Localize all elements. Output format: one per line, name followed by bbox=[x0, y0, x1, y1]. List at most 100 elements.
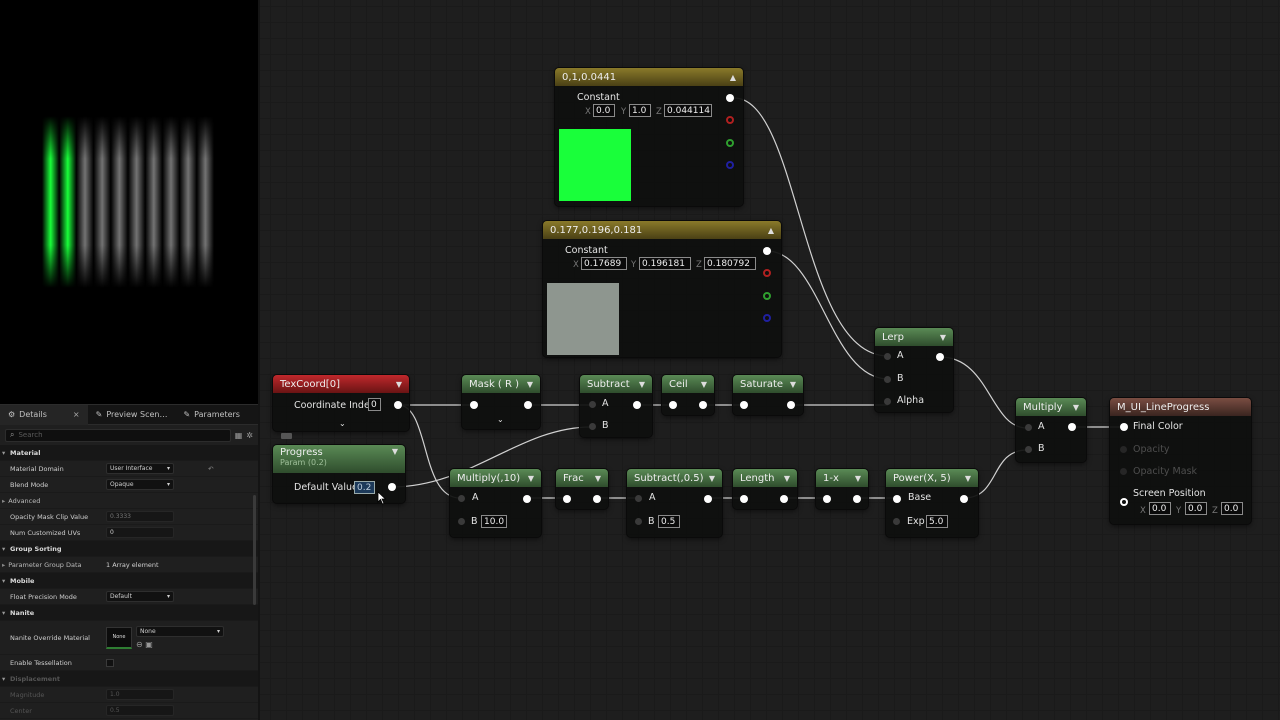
close-icon[interactable]: × bbox=[73, 410, 80, 419]
output-pin[interactable] bbox=[726, 94, 734, 102]
opacity-clip-field[interactable]: 0.3333 bbox=[106, 511, 174, 522]
chevron-down-icon[interactable]: ▼ bbox=[790, 380, 796, 389]
constant-y-field[interactable]: 1.0 bbox=[629, 104, 651, 117]
nanite-asset-dropdown[interactable]: None ▾ bbox=[136, 626, 224, 637]
multiply-node[interactable]: Multiply ▼ A B bbox=[1016, 398, 1086, 462]
category-nanite[interactable]: Nanite bbox=[0, 605, 258, 621]
input-pin[interactable] bbox=[823, 495, 831, 503]
chevron-down-icon[interactable]: ▼ bbox=[639, 380, 645, 389]
output-pin-r[interactable] bbox=[763, 269, 771, 277]
input-pin-a[interactable] bbox=[635, 495, 642, 502]
settings-icon[interactable]: ✲ bbox=[246, 431, 253, 440]
input-pin[interactable] bbox=[740, 495, 748, 503]
screen-pos-z-field[interactable]: 0.0 bbox=[1221, 502, 1243, 515]
tessellation-checkbox[interactable] bbox=[106, 658, 114, 667]
output-pin[interactable] bbox=[523, 495, 531, 503]
output-pin[interactable] bbox=[787, 401, 795, 409]
chevron-down-icon[interactable]: ▼ bbox=[1073, 403, 1079, 412]
mask-node[interactable]: Mask ( R ) ▼ ⌄ bbox=[462, 375, 540, 429]
browse-arrow-icon[interactable]: ⊖ bbox=[136, 640, 143, 649]
constant-z-field[interactable]: 0.044114 bbox=[664, 104, 712, 117]
category-advanced[interactable]: Advanced bbox=[0, 493, 258, 509]
output-pin[interactable] bbox=[704, 495, 712, 503]
subtract05-node[interactable]: Subtract(,0.5) ▼ A B 0.5 bbox=[627, 469, 722, 537]
input-pin-alpha[interactable] bbox=[884, 398, 891, 405]
saturate-node[interactable]: Saturate ▼ bbox=[733, 375, 803, 415]
preview-viewport[interactable] bbox=[0, 0, 258, 404]
search-input[interactable]: ⌕ Search bbox=[5, 428, 231, 442]
input-pin-opacity[interactable] bbox=[1120, 446, 1127, 453]
tab-parameters[interactable]: ✎ Parameters bbox=[175, 405, 248, 425]
collapse-icon[interactable]: ▲ bbox=[768, 226, 774, 235]
output-pin[interactable] bbox=[780, 495, 788, 503]
category-mobile[interactable]: Mobile bbox=[0, 573, 258, 589]
input-pin-exp[interactable] bbox=[893, 518, 900, 525]
input-pin[interactable] bbox=[740, 401, 748, 409]
input-pin-b[interactable] bbox=[884, 376, 891, 383]
texcoord-node[interactable]: TexCoord[0] ▼ Coordinate Index 0 ⌄ bbox=[273, 375, 409, 431]
blend-mode-dropdown[interactable]: Opaque ▾ bbox=[106, 479, 174, 490]
constant-z-field[interactable]: 0.180792 bbox=[704, 257, 756, 270]
multiply10-node[interactable]: Multiply(,10) ▼ A B 10.0 bbox=[450, 469, 541, 537]
chevron-down-icon[interactable]: ▼ bbox=[595, 474, 601, 483]
magnitude-field[interactable]: 1.0 bbox=[106, 689, 174, 700]
constant-node-green[interactable]: 0,1,0.0441 ▲ Constant X 0.0 Y 1.0 Z 0.044… bbox=[555, 68, 743, 206]
output-pin[interactable] bbox=[524, 401, 532, 409]
material-domain-dropdown[interactable]: User Interface ▾ bbox=[106, 463, 174, 474]
input-pin[interactable] bbox=[470, 401, 478, 409]
output-pin-b[interactable] bbox=[726, 161, 734, 169]
input-pin-opacity-mask[interactable] bbox=[1120, 468, 1127, 475]
input-pin-a[interactable] bbox=[458, 495, 465, 502]
material-result-node[interactable]: M_UI_LineProgress Final Color Opacity Op… bbox=[1110, 398, 1251, 524]
chevron-down-icon[interactable]: ▼ bbox=[701, 380, 707, 389]
ceil-node[interactable]: Ceil ▼ bbox=[662, 375, 714, 415]
row-param-group[interactable]: Parameter Group Data 1 Array element bbox=[0, 557, 258, 573]
reset-icon[interactable]: ↶ bbox=[208, 465, 213, 473]
output-pin[interactable] bbox=[593, 495, 601, 503]
chevron-down-icon[interactable]: ▼ bbox=[709, 474, 715, 483]
table-view-icon[interactable]: ▦ bbox=[235, 431, 243, 440]
multiply-b-field[interactable]: 10.0 bbox=[481, 515, 507, 528]
expand-chevron-icon[interactable]: ⌄ bbox=[497, 415, 504, 424]
output-pin[interactable] bbox=[1068, 423, 1076, 431]
input-pin-base[interactable] bbox=[893, 495, 901, 503]
chevron-down-icon[interactable]: ▼ bbox=[855, 474, 861, 483]
chevron-down-icon[interactable]: ▼ bbox=[784, 474, 790, 483]
output-pin[interactable] bbox=[633, 401, 641, 409]
output-pin[interactable] bbox=[936, 353, 944, 361]
input-pin-screen-position[interactable] bbox=[1120, 498, 1128, 506]
input-pin-b[interactable] bbox=[1025, 446, 1032, 453]
constant-node-gray[interactable]: 0.177,0.196,0.181 ▲ Constant X 0.17689 Y … bbox=[543, 221, 781, 357]
input-pin-a[interactable] bbox=[589, 401, 596, 408]
output-pin-g[interactable] bbox=[726, 139, 734, 147]
output-pin[interactable] bbox=[388, 483, 396, 491]
subtract-b-field[interactable]: 0.5 bbox=[658, 515, 680, 528]
constant-y-field[interactable]: 0.196181 bbox=[639, 257, 691, 270]
input-pin[interactable] bbox=[563, 495, 571, 503]
chevron-down-icon[interactable]: ▼ bbox=[528, 474, 534, 483]
center-field[interactable]: 0.5 bbox=[106, 705, 174, 716]
constant-x-field[interactable]: 0.17689 bbox=[581, 257, 627, 270]
output-pin-g[interactable] bbox=[763, 292, 771, 300]
tab-details[interactable]: ⚙ Details × bbox=[0, 404, 88, 425]
float-precision-dropdown[interactable]: Default ▾ bbox=[106, 591, 174, 602]
num-uvs-field[interactable]: 0 bbox=[106, 527, 174, 538]
tab-preview-scene[interactable]: ✎ Preview Scen… bbox=[88, 405, 176, 425]
input-pin[interactable] bbox=[669, 401, 677, 409]
screen-pos-y-field[interactable]: 0.0 bbox=[1185, 502, 1207, 515]
subtract-node[interactable]: Subtract ▼ A B bbox=[580, 375, 652, 437]
power-exp-field[interactable]: 5.0 bbox=[926, 515, 948, 528]
lerp-node[interactable]: Lerp ▼ A B Alpha bbox=[875, 328, 953, 412]
chevron-down-icon[interactable]: ▼ bbox=[392, 447, 398, 456]
material-graph-canvas[interactable] bbox=[260, 0, 1280, 720]
chevron-down-icon[interactable]: ▼ bbox=[396, 380, 402, 389]
one-minus-node[interactable]: 1-x ▼ bbox=[816, 469, 868, 509]
output-pin-r[interactable] bbox=[726, 116, 734, 124]
output-pin[interactable] bbox=[699, 401, 707, 409]
input-pin-a[interactable] bbox=[884, 353, 891, 360]
output-pin[interactable] bbox=[763, 247, 771, 255]
power-node[interactable]: Power(X, 5) ▼ Base Exp 5.0 bbox=[886, 469, 978, 537]
input-pin-a[interactable] bbox=[1025, 424, 1032, 431]
nanite-thumbnail[interactable]: None bbox=[106, 626, 132, 649]
input-pin-b[interactable] bbox=[635, 518, 642, 525]
